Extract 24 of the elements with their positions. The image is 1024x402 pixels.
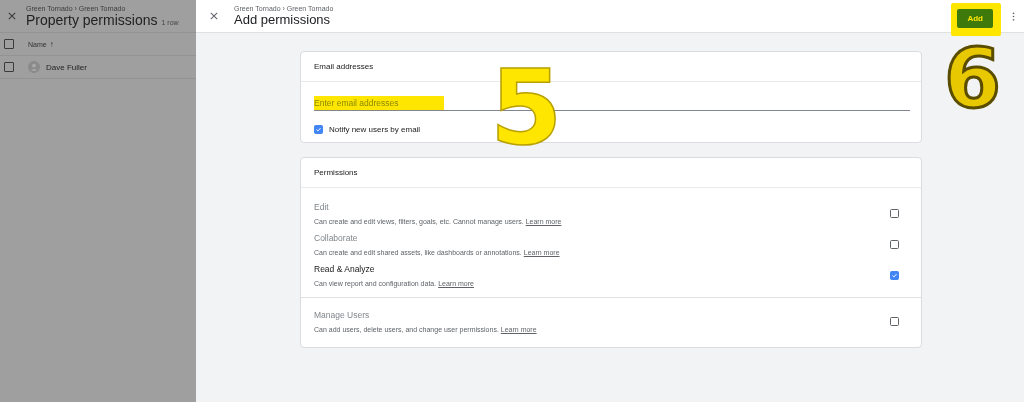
card-title: Permissions	[314, 168, 358, 177]
permission-title: Manage Users	[314, 310, 371, 320]
close-icon[interactable]	[210, 12, 218, 20]
permission-title: Collaborate	[314, 233, 359, 243]
checkbox[interactable]	[890, 209, 899, 218]
checkbox[interactable]	[890, 317, 899, 326]
checkbox[interactable]	[890, 240, 899, 249]
page-title: Property permissions	[26, 11, 158, 28]
permission-title: Edit	[314, 202, 330, 212]
sort-icon[interactable]: ↑	[49, 39, 54, 49]
checkbox-label: Notify new users by email	[329, 125, 421, 134]
user-name: Dave Fuller	[46, 62, 87, 72]
annotation-number: 6	[944, 38, 1002, 120]
avatar-icon	[28, 61, 40, 73]
permission-title: Read & Analyze	[314, 264, 376, 274]
checkbox[interactable]	[890, 271, 899, 280]
more-icon[interactable]	[1011, 11, 1016, 21]
add-button[interactable]: Add	[957, 8, 993, 28]
checkbox[interactable]	[4, 39, 14, 49]
checkbox[interactable]	[314, 125, 323, 134]
card-title: Email addresses	[314, 62, 374, 71]
checkbox[interactable]	[4, 62, 14, 72]
close-icon[interactable]	[8, 12, 16, 20]
panel-title: Add permissions	[234, 12, 332, 27]
